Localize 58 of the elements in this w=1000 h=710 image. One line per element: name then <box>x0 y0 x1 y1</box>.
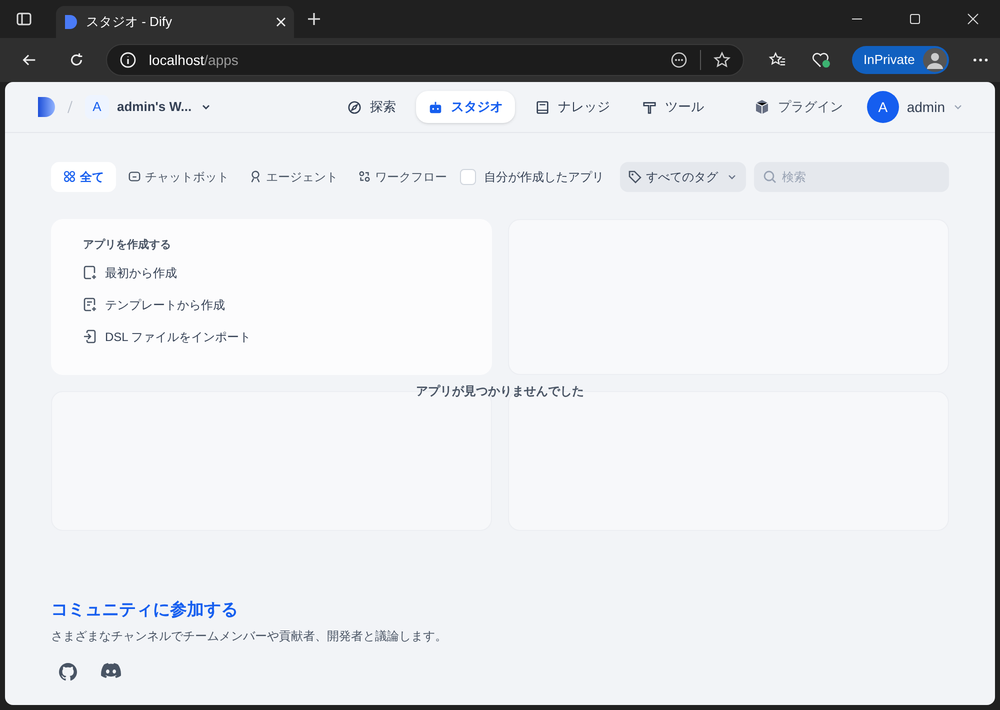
avatar-icon <box>922 48 947 72</box>
workspace-selector[interactable]: A admin's W... <box>85 95 212 119</box>
inprivate-badge[interactable]: InPrivate <box>852 46 949 74</box>
community-description: さまざまなチャンネルでチームメンバーや貢献者、開発者と議論します。 <box>51 628 448 644</box>
info-icon[interactable] <box>118 51 137 69</box>
create-option[interactable]: テンプレートから作成 <box>83 294 492 316</box>
user-menu[interactable]: A admin <box>866 91 963 123</box>
search-field[interactable]: 検索 <box>754 162 949 192</box>
book-icon <box>535 100 550 114</box>
discord-icon[interactable] <box>101 662 121 678</box>
template-icon <box>83 297 97 312</box>
github-icon[interactable] <box>59 662 77 680</box>
tags-dropdown[interactable]: すべてのタグ <box>620 162 746 192</box>
filter-tab[interactable]: ワークフロー <box>350 162 455 192</box>
nav-tab[interactable]: 探索 <box>335 91 408 123</box>
dify-logo-icon <box>37 96 55 118</box>
close-icon[interactable] <box>276 17 286 27</box>
nav-tab[interactable]: ツール <box>630 91 716 123</box>
filter-tab[interactable]: チャットボット <box>120 162 237 192</box>
tag-icon <box>628 170 642 184</box>
health-icon[interactable] <box>810 50 832 70</box>
sidebar-toggle-icon[interactable] <box>16 11 32 27</box>
filter-tab[interactable]: 全て <box>51 162 116 192</box>
address-bar[interactable]: localhost/apps <box>106 44 744 76</box>
search-icon <box>762 168 778 184</box>
chevron-down-icon <box>953 102 963 112</box>
checkbox[interactable] <box>460 168 476 184</box>
compass-icon <box>347 100 362 114</box>
empty-message: アプリが見つかりませんでした <box>415 383 585 400</box>
import-icon <box>83 329 97 344</box>
plugins-button[interactable]: プラグイン <box>754 97 843 117</box>
community-title: コミュニティに参加する <box>51 599 239 621</box>
more-icon[interactable] <box>670 51 688 69</box>
menu-icon[interactable] <box>972 58 988 62</box>
maximize-icon[interactable] <box>908 12 922 26</box>
mine-checkbox-row[interactable]: 自分が作成したアプリ <box>460 168 604 186</box>
star-icon[interactable] <box>712 51 731 69</box>
agent-icon <box>249 170 262 183</box>
grid-icon <box>63 170 76 183</box>
dify-logo-icon <box>64 14 78 30</box>
filter-tab[interactable]: エージェント <box>241 162 346 192</box>
nav-tab[interactable]: ナレッジ <box>523 91 622 123</box>
new-tab-icon[interactable] <box>306 11 322 27</box>
tab-title: スタジオ - Dify <box>86 13 173 32</box>
create-option[interactable]: 最初から作成 <box>83 262 492 284</box>
user-avatar: A <box>866 91 899 123</box>
browser-tab[interactable]: スタジオ - Dify <box>56 6 294 38</box>
chat-icon <box>128 170 141 183</box>
cube-icon <box>754 99 770 115</box>
slash-divider-icon <box>67 100 73 114</box>
create-option[interactable]: DSL ファイルをインポート <box>83 326 492 348</box>
nav-tab[interactable]: スタジオ <box>416 91 515 123</box>
workflow-icon <box>358 170 371 183</box>
card-title: アプリを作成する <box>83 238 172 253</box>
close-window-icon[interactable] <box>966 12 980 26</box>
robot-icon <box>428 100 443 114</box>
url-text: localhost/apps <box>148 50 240 70</box>
new-file-icon <box>83 265 97 280</box>
